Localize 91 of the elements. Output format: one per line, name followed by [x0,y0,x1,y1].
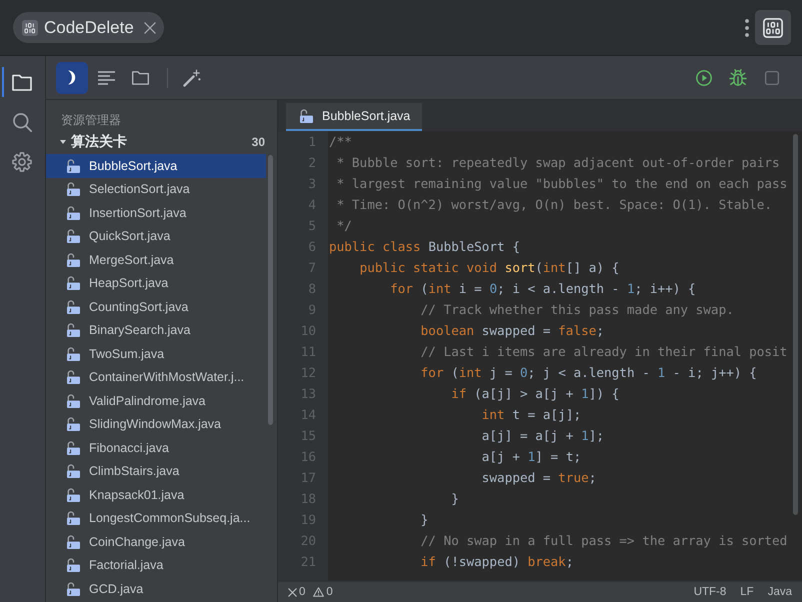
scrollbar-thumb[interactable] [268,155,273,425]
warning-icon [313,587,324,597]
padlock-icon [66,323,80,338]
padlock-icon [66,417,80,432]
padlock-icon [66,558,80,572]
encoding-button[interactable]: UTF-8 [694,586,726,598]
file-item[interactable]: LongestCommonSubseq.ja... [46,506,266,530]
code-line: int t = a[j]; [482,407,582,422]
warning-count: 0 [326,586,333,598]
file-item[interactable]: ClimbStairs.java [46,460,266,483]
magic-wand-icon [183,68,201,86]
padlock-icon [66,511,80,526]
editor-tab[interactable]: BubbleSort.java [286,103,422,131]
file-item[interactable]: ValidPalindrome.java [46,389,266,412]
code-line: // No swap in a full pass => the array is sorted [420,533,788,548]
theme-toggle-button[interactable] [56,62,88,94]
code-line: if (!swapped) break; [420,554,574,569]
code-line: // Last i items are already in their final posit [420,344,788,359]
code-line: /** [329,134,352,149]
caret-icon[interactable] [60,140,66,144]
padlock-icon [66,206,80,220]
file-item[interactable]: CoinChange.java [46,530,266,554]
file-count: 30 [252,135,265,149]
file-item[interactable]: SelectionSort.java [46,178,266,201]
file-item[interactable]: CountingSort.java [46,295,266,318]
code-line: } [451,491,459,506]
line-ending-button[interactable]: LF [740,586,754,598]
play-icon [696,70,712,86]
file-item[interactable]: Factorial.java [46,554,266,577]
padlock-icon [66,229,80,244]
file-item[interactable]: Knapsack01.java [46,483,266,506]
code-line: swapped = true; [482,470,596,485]
file-item[interactable]: MergeSort.java [46,248,266,272]
code-line: boolean swapped = false; [420,323,604,338]
code-line: public class BubbleSort { [329,239,520,254]
moon-icon [68,70,76,85]
file-item[interactable]: SlidingWindowMax.java [46,412,266,436]
code-line: * Bubble sort: repeatedly swap adjacent out-of-order pairs [336,155,780,170]
code-line: for (int i = 0; i < a.length - 1; i++) { [390,281,696,296]
code-line: * Time: O(n^2) worst/avg, O(n) best. Space: O(1). Stable. [336,197,772,212]
padlock-icon [66,440,80,455]
code-line: for (int j = 0; j < a.length - 1 - i; j++) { [420,365,757,380]
search-icon [12,112,32,132]
error-icon [288,588,297,596]
padlock-icon [66,464,80,478]
text-lines-icon [98,70,114,84]
padlock-icon [66,276,80,290]
language-button[interactable]: Java [768,586,792,598]
padlock-icon [66,534,80,549]
binary-icon [763,18,783,38]
file-item[interactable]: TwoSum.java [46,342,266,366]
code-line: public static void sort(int[] a) { [360,260,620,275]
padlock-icon [66,394,80,408]
file-item[interactable]: Fibonacci.java [46,436,266,460]
bug-icon [729,68,747,86]
error-count: 0 [299,586,306,598]
binary-icon [22,20,38,36]
folder-icon [132,70,148,84]
padlock-icon [66,346,80,361]
binary-view-button[interactable] [755,10,791,45]
stop-icon [765,70,779,84]
padlock-icon [66,582,80,596]
file-item[interactable]: InsertionSort.java [46,201,266,224]
file-item[interactable]: BinarySearch.java [46,318,266,342]
panel-title: 资源管理器 [61,113,121,127]
settings-icon [12,152,32,172]
file-item[interactable]: BubbleSort.java [46,154,266,178]
padlock-icon [66,158,80,173]
app-tab[interactable]: CodeDelete [13,12,164,43]
code-line: // Track whether this pass made any swap. [420,302,734,317]
scrollbar-thumb[interactable] [793,134,798,515]
file-item[interactable]: HeapSort.java [46,272,266,295]
file-item[interactable]: ContainerWithMostWater.j... [46,366,266,389]
padlock-icon [66,488,80,502]
folder-icon [12,74,32,90]
padlock-icon [66,182,80,196]
file-item[interactable]: QuickSort.java [46,224,266,248]
code-line: */ [336,218,352,233]
code-line: if (a[j] > a[j + 1]) { [451,386,620,401]
padlock-icon [66,370,80,384]
file-item[interactable]: GCD.java [46,577,266,600]
code-line: a[j] = a[j + 1]; [482,428,604,443]
more-icon[interactable] [745,18,749,36]
code-line: a[j + 1] = t; [482,449,582,464]
padlock-icon [66,252,80,267]
folder-name[interactable]: 算法关卡 [71,133,127,151]
code-line: } [420,512,428,527]
padlock-icon [66,300,80,314]
close-icon[interactable] [144,22,156,34]
code-line: * largest remaining value "bubbles" to the end on each pass [336,176,788,191]
padlock-icon [299,109,313,123]
